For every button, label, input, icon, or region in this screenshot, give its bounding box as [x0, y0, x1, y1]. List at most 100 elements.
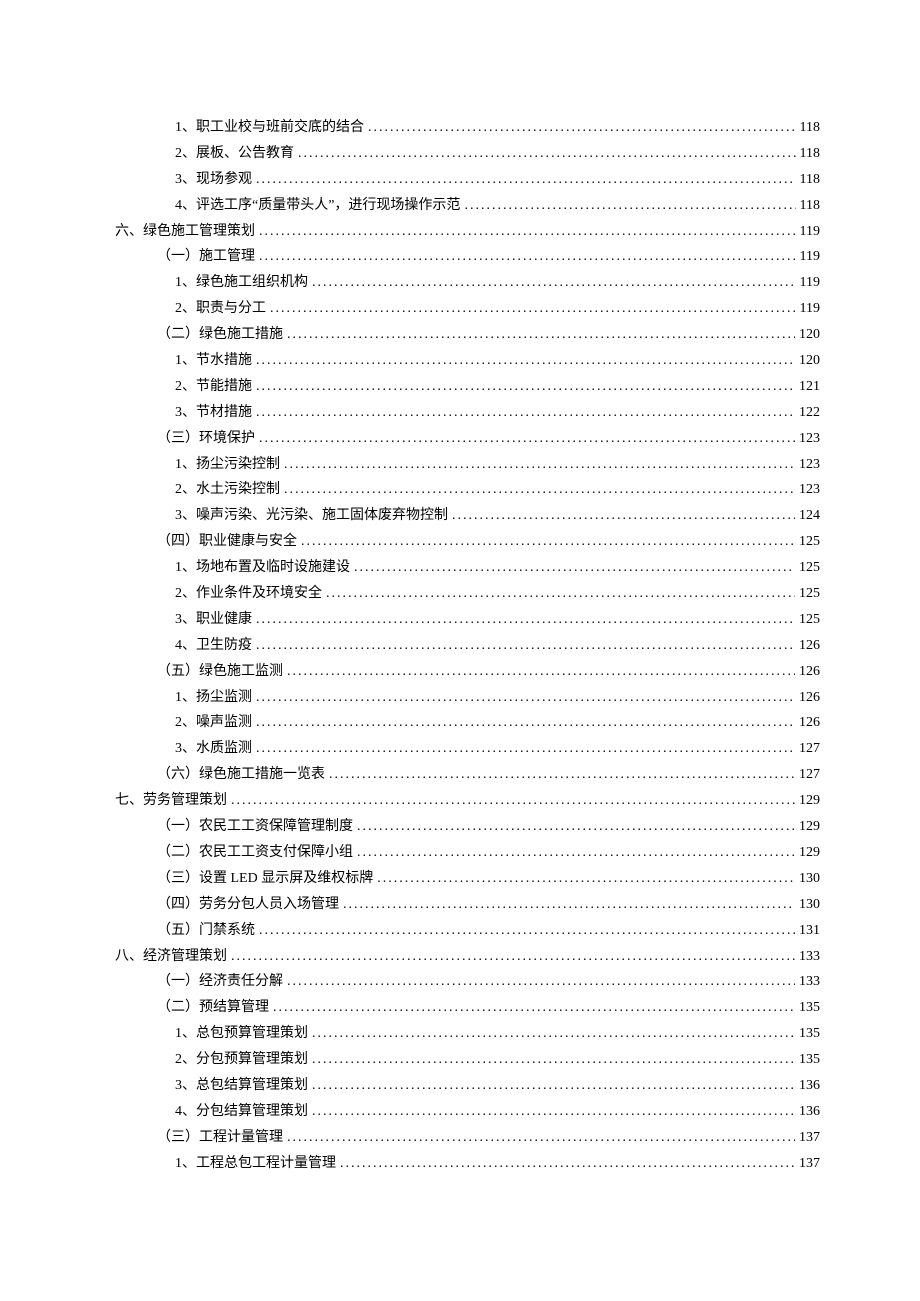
toc-page-number: 133 [799, 969, 820, 995]
toc-label: （二）绿色施工措施 [157, 322, 283, 348]
toc-entry: 八、经济管理策划133 [115, 944, 820, 970]
toc-page-number: 123 [799, 452, 820, 478]
toc-label: 3、水质监测 [175, 736, 252, 762]
toc-leader-dots [329, 762, 795, 788]
toc-label: 六、绿色施工管理策划 [115, 219, 255, 245]
toc-entry: 1、总包预算管理策划135 [115, 1021, 820, 1047]
toc-page-number: 130 [799, 866, 820, 892]
toc-leader-dots [256, 710, 795, 736]
toc-page-number: 129 [799, 814, 820, 840]
toc-page-number: 135 [799, 1047, 820, 1073]
toc-leader-dots [231, 788, 795, 814]
toc-entry: 六、绿色施工管理策划 119 [115, 219, 820, 245]
toc-label: 2、展板、公告教育 [175, 141, 294, 167]
toc-page-number: 119 [800, 219, 820, 245]
toc-label: 3、职业健康 [175, 607, 252, 633]
toc-entry: （二）预结算管理 135 [115, 995, 820, 1021]
toc-label: 1、绿色施工组织机构 [175, 270, 308, 296]
toc-leader-dots [287, 1125, 795, 1151]
toc-label: （四）劳务分包人员入场管理 [157, 892, 339, 918]
toc-label: （六）绿色施工措施一览表 [157, 762, 325, 788]
toc-leader-dots [368, 115, 796, 141]
toc-page-number: 136 [799, 1099, 820, 1125]
toc-leader-dots [259, 219, 796, 245]
toc-label: 2、噪声监测 [175, 710, 252, 736]
toc-label: （一）施工管理 [157, 244, 255, 270]
toc-entry: 七、劳务管理策划 129 [115, 788, 820, 814]
toc-leader-dots [377, 866, 795, 892]
toc-label: 4、卫生防疫 [175, 633, 252, 659]
toc-page-number: 127 [799, 736, 820, 762]
toc-label: 2、分包预算管理策划 [175, 1047, 308, 1073]
toc-entry: （三）设置 LED 显示屏及维权标牌130 [115, 866, 820, 892]
toc-leader-dots [256, 685, 795, 711]
toc-leader-dots [298, 141, 796, 167]
toc-label: （四）职业健康与安全 [157, 529, 297, 555]
toc-leader-dots [256, 736, 795, 762]
toc-page-number: 131 [799, 918, 820, 944]
toc-entry: 4、评选工序“质量带头人”，进行现场操作示范118 [115, 193, 820, 219]
toc-page-number: 135 [799, 1021, 820, 1047]
toc-leader-dots [312, 1021, 795, 1047]
toc-leader-dots [231, 944, 795, 970]
toc-entry: 2、职责与分工119 [115, 296, 820, 322]
toc-entry: 3、节材措施122 [115, 400, 820, 426]
toc-label: （二）农民工工资支付保障小组 [157, 840, 353, 866]
toc-label: 1、节水措施 [175, 348, 252, 374]
toc-page-number: 129 [799, 788, 820, 814]
toc-entry: （二）绿色施工措施120 [115, 322, 820, 348]
toc-entry: 3、噪声污染、光污染、施工固体废弃物控制124 [115, 503, 820, 529]
toc-label: 七、劳务管理策划 [115, 788, 227, 814]
toc-leader-dots [259, 426, 795, 452]
toc-leader-dots [259, 918, 795, 944]
toc-entry: 2、节能措施 121 [115, 374, 820, 400]
toc-leader-dots [256, 633, 795, 659]
toc-entry: （二）农民工工资支付保障小组129 [115, 840, 820, 866]
toc-page-number: 118 [800, 193, 820, 219]
toc-label: 3、现场参观 [175, 167, 252, 193]
toc-leader-dots [270, 296, 796, 322]
toc-leader-dots [256, 167, 796, 193]
toc-entry: 3、职业健康125 [115, 607, 820, 633]
toc-leader-dots [256, 400, 795, 426]
toc-entry: （三）环境保护123 [115, 426, 820, 452]
toc-entry: （五）门禁系统131 [115, 918, 820, 944]
toc-entry: （一）经济责任分解133 [115, 969, 820, 995]
toc-page-number: 119 [800, 270, 820, 296]
toc-entry: （一）农民工工资保障管理制度129 [115, 814, 820, 840]
toc-leader-dots [464, 193, 795, 219]
toc-page-number: 125 [799, 581, 820, 607]
toc-label: （三）环境保护 [157, 426, 255, 452]
toc-entry: （四）职业健康与安全 125 [115, 529, 820, 555]
toc-leader-dots [259, 244, 796, 270]
toc-leader-dots [326, 581, 795, 607]
toc-leader-dots [256, 348, 795, 374]
toc-entry: 1、节水措施120 [115, 348, 820, 374]
toc-entry: 2、作业条件及环境安全 125 [115, 581, 820, 607]
toc-entry: 2、噪声监测126 [115, 710, 820, 736]
toc-leader-dots [287, 969, 795, 995]
toc-page-number: 135 [799, 995, 820, 1021]
toc-entry: 4、卫生防疫126 [115, 633, 820, 659]
toc-leader-dots [357, 840, 795, 866]
toc-entry: 3、水质监测 127 [115, 736, 820, 762]
toc-page-number: 118 [800, 115, 820, 141]
toc-label: 2、节能措施 [175, 374, 252, 400]
toc-page-number: 121 [799, 374, 820, 400]
toc-page-number: 126 [799, 659, 820, 685]
toc-leader-dots [354, 555, 795, 581]
toc-leader-dots [452, 503, 795, 529]
toc-page-number: 133 [799, 944, 820, 970]
toc-label: 2、作业条件及环境安全 [175, 581, 322, 607]
toc-leader-dots [256, 374, 795, 400]
toc-leader-dots [284, 452, 795, 478]
toc-page-number: 137 [799, 1125, 820, 1151]
toc-page-number: 125 [799, 529, 820, 555]
toc-leader-dots [357, 814, 795, 840]
toc-label: 2、水土污染控制 [175, 477, 280, 503]
toc-entry: 3、总包结算管理策划136 [115, 1073, 820, 1099]
toc-page-number: 123 [799, 477, 820, 503]
toc-label: （二）预结算管理 [157, 995, 269, 1021]
toc-page-number: 118 [800, 141, 820, 167]
toc-label: 1、扬尘监测 [175, 685, 252, 711]
